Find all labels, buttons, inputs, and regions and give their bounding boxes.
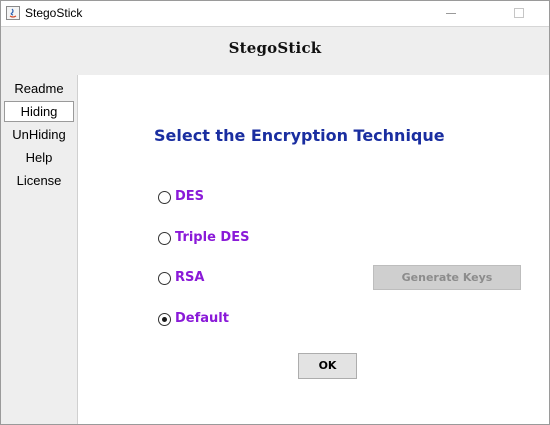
ok-button[interactable]: OK (298, 353, 357, 379)
app-window: StegoStick StegoStick Readme Hiding UnHi… (0, 0, 550, 425)
generate-keys-button[interactable]: Generate Keys (373, 265, 521, 290)
java-app-icon (6, 6, 20, 20)
radio-des-label[interactable]: DES (175, 189, 204, 205)
sidebar-item-license[interactable]: License (4, 170, 74, 191)
header-title: StegoStick (228, 39, 322, 57)
window-title: StegoStick (25, 6, 83, 20)
title-bar: StegoStick (1, 1, 549, 26)
radio-triple-des-label[interactable]: Triple DES (175, 230, 249, 246)
sidebar-item-hiding[interactable]: Hiding (4, 101, 74, 122)
sidebar: Readme Hiding UnHiding Help License (1, 75, 78, 424)
radio-default-label[interactable]: Default (175, 311, 229, 327)
main-panel: Select the Encryption Technique DES Trip… (78, 75, 549, 424)
radio-rsa-circle[interactable] (158, 272, 171, 285)
radio-des-circle[interactable] (158, 191, 171, 204)
maximize-button[interactable] (509, 4, 529, 22)
radio-rsa-label[interactable]: RSA (175, 270, 204, 286)
app-header: StegoStick (1, 26, 549, 76)
section-title: Select the Encryption Technique (154, 126, 445, 145)
minimize-button[interactable] (441, 4, 461, 22)
sidebar-item-help[interactable]: Help (4, 147, 74, 168)
sidebar-item-unhiding[interactable]: UnHiding (4, 124, 74, 145)
sidebar-item-readme[interactable]: Readme (4, 78, 74, 99)
radio-triple-des-circle[interactable] (158, 232, 171, 245)
radio-default-circle[interactable] (158, 313, 171, 326)
